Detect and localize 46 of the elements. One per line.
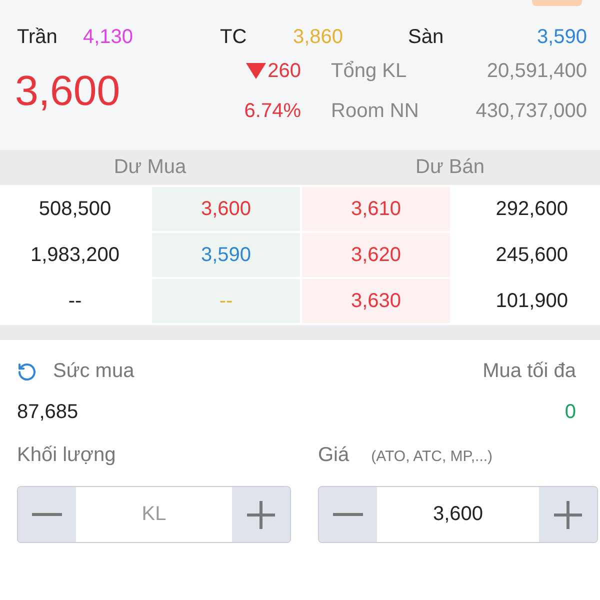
stat-value: 430,737,000 [476,100,587,122]
buying-power-label: Sức mua [53,360,134,383]
ask-price-cell: 3,630 [302,279,450,323]
bid-price-cell: 3,590 [152,233,300,277]
ask-volume-cell-text: 101,900 [494,288,569,314]
price-label: Sàn [408,26,444,49]
bid-volume-cell-text: 508,500 [38,196,112,222]
max-buy-value: 0 [564,401,576,424]
change-value: 260 [268,60,301,82]
bid-price-cell: -- [152,279,300,323]
stat-label: Tổng KL [331,60,407,82]
ask-volume-cell-text: 292,600 [494,196,569,222]
down-triangle-icon [246,63,266,79]
minus-icon [32,512,62,516]
ask-price-cell: 3,610 [302,187,450,231]
plus-icon [554,500,582,528]
quantity-stepper-field[interactable]: KL [17,486,291,543]
field-label: Giá [318,444,350,467]
column-header: Dư Mua [112,156,188,179]
change-percent: 6.74% [244,100,301,122]
price-label: Trần [17,26,58,49]
buying-power-value: 87,685 [17,401,78,424]
decrease-button[interactable] [319,487,377,542]
bid-price-cell: 3,600 [152,187,300,231]
decrease-button[interactable] [18,487,76,542]
max-buy-label: Mua tối đa [482,360,576,383]
price-value: 3,590 [536,26,587,49]
price-label: TC [220,26,248,49]
price-stepper-field[interactable]: 3,600 [318,486,598,543]
refresh-icon[interactable] [17,362,37,382]
plus-icon [247,500,275,528]
increase-button[interactable] [539,487,597,542]
last-price: 3,600 [15,67,122,115]
minus-icon [333,512,363,516]
increase-button[interactable] [232,487,290,542]
field-hint: (ATO, ATC, MP,...) [371,448,493,465]
bid-volume-cell-text: 1,983,200 [30,242,120,268]
ask-price-cell: 3,620 [302,233,450,277]
bid-volume-cell-text: -- [67,288,83,314]
stat-label: Room NN [331,100,419,122]
price-value: 3,860 [293,26,344,49]
column-header: Dư Bán [414,156,486,179]
field-label: Khối lượng [17,444,116,467]
ask-volume-cell-text: 245,600 [494,242,569,268]
stat-value: 20,591,400 [486,60,587,82]
price-value: 4,130 [83,26,134,49]
